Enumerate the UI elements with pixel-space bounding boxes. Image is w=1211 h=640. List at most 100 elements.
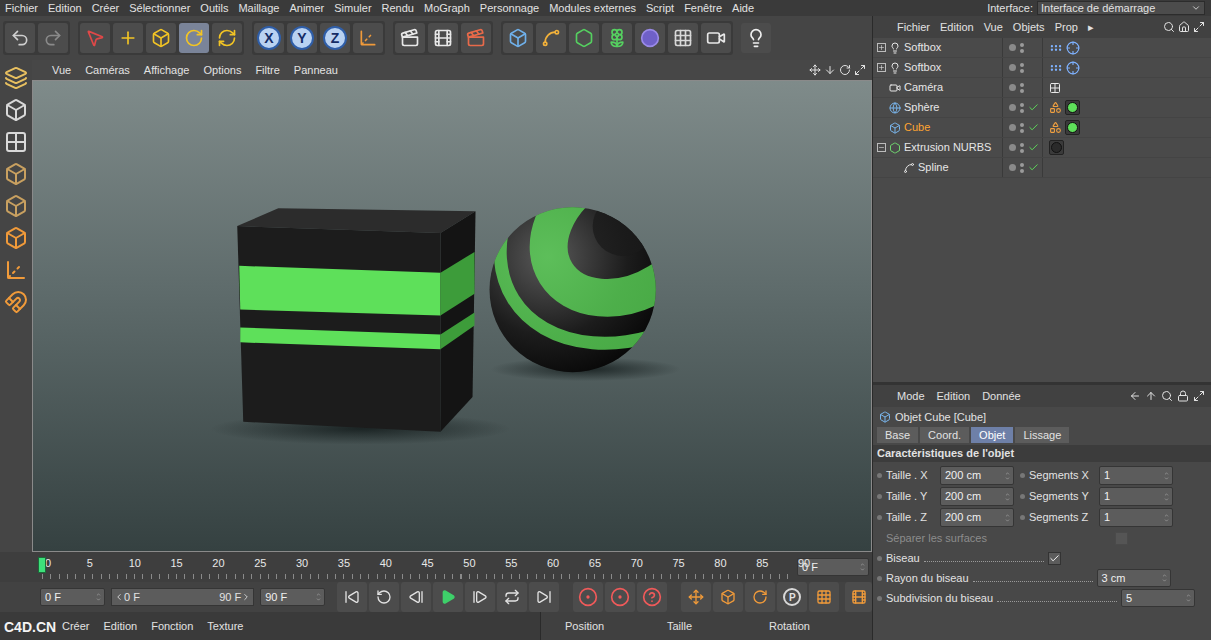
segments-field[interactable]: 1 — [1099, 466, 1173, 485]
segments-field[interactable]: 1 — [1099, 508, 1173, 527]
add-nurbs-button[interactable] — [569, 23, 599, 53]
maximize-icon[interactable] — [1193, 390, 1205, 402]
menu-item[interactable]: Personnage — [475, 1, 544, 15]
animate-dot[interactable] — [877, 596, 882, 601]
render-visibility-dot[interactable] — [1020, 89, 1024, 93]
render-visibility-dot[interactable] — [1020, 149, 1024, 153]
menu-item[interactable]: Fenêtre — [679, 1, 727, 15]
range-slider[interactable]: 0 F90 F — [111, 588, 254, 607]
add-deformer-button[interactable] — [635, 23, 665, 53]
add-camera-button[interactable] — [701, 23, 731, 53]
add-spline-button[interactable] — [536, 23, 566, 53]
option-field[interactable]: 3 cm — [1097, 569, 1171, 588]
key-parameter-button[interactable]: P — [777, 582, 807, 612]
object-menu-item[interactable]: Vue — [984, 19, 1003, 36]
polygons-mode-icon[interactable] — [4, 226, 28, 250]
material-menu-item[interactable]: Créer — [62, 618, 90, 635]
animate-dot[interactable] — [877, 556, 882, 561]
attribute-tab[interactable]: Lissage — [1015, 427, 1069, 443]
viewport[interactable] — [32, 80, 872, 552]
material-tag[interactable] — [1065, 100, 1080, 115]
redo-button[interactable] — [38, 23, 68, 53]
add-floor-button[interactable] — [668, 23, 698, 53]
viewport-menu-item[interactable]: Options — [203, 62, 241, 79]
play-button[interactable] — [433, 582, 463, 612]
animate-dot[interactable] — [877, 576, 882, 581]
next-key-button[interactable] — [497, 582, 527, 612]
editor-visibility-dot[interactable] — [1020, 123, 1024, 127]
object-row[interactable]: Spline — [873, 158, 1211, 178]
animate-dot[interactable] — [877, 536, 882, 541]
animate-dot[interactable] — [877, 515, 882, 520]
option-checkbox[interactable] — [1048, 552, 1061, 565]
undo-button[interactable] — [5, 23, 35, 53]
autokey-button[interactable] — [605, 582, 635, 612]
render-visibility-dot[interactable] — [1020, 109, 1024, 113]
editor-visibility-dot[interactable] — [1020, 103, 1024, 107]
tool-button[interactable] — [179, 23, 209, 53]
target-tag-icon[interactable] — [1066, 41, 1080, 55]
keyframe-selection-button[interactable] — [637, 582, 667, 612]
menu-item[interactable]: Aide — [727, 1, 759, 15]
previous-key-button[interactable] — [369, 582, 399, 612]
add-light-button[interactable] — [741, 23, 771, 53]
end-frame-field[interactable]: 90 F — [260, 588, 325, 607]
maximize-icon[interactable] — [1193, 21, 1205, 33]
animate-dot[interactable] — [1020, 494, 1025, 499]
enabled-check-icon[interactable] — [1028, 162, 1039, 173]
render-picture-button[interactable] — [428, 23, 458, 53]
protection-tag-icon[interactable] — [1049, 82, 1061, 94]
orbit-icon[interactable] — [839, 64, 851, 76]
layer-dot[interactable] — [1009, 104, 1016, 111]
animate-dot[interactable] — [1020, 515, 1025, 520]
viewport-menu-item[interactable]: Vue — [52, 62, 71, 79]
layer-dot[interactable] — [1009, 64, 1016, 71]
render-visibility-dot[interactable] — [1020, 49, 1024, 53]
maximize-icon[interactable] — [854, 64, 866, 76]
render-settings-button[interactable] — [461, 23, 491, 53]
menu-item[interactable]: MoGraph — [419, 1, 475, 15]
menu-item[interactable]: Rendu — [377, 1, 419, 15]
render-visibility-dot[interactable] — [1020, 129, 1024, 133]
key-points-button[interactable] — [809, 582, 839, 612]
light-tag-icon[interactable] — [1049, 41, 1063, 55]
key-rotation-button[interactable] — [745, 582, 775, 612]
material-menu-item[interactable]: Texture — [207, 618, 243, 635]
menu-item[interactable]: Simuler — [329, 1, 376, 15]
size-field[interactable]: 200 cm — [940, 487, 1014, 506]
timeline-ruler[interactable]: 051015202530354045505560657075808590 — [42, 555, 795, 579]
menu-item[interactable]: Script — [641, 1, 679, 15]
menu-item[interactable]: Outils — [195, 1, 233, 15]
editor-visibility-dot[interactable] — [1020, 43, 1024, 47]
zoom-icon[interactable] — [824, 64, 836, 76]
object-menu-item[interactable]: Objets — [1013, 19, 1045, 36]
edges-mode-icon[interactable] — [4, 194, 28, 218]
menu-item[interactable]: Modules externes — [544, 1, 641, 15]
object-row[interactable]: Extrusion NURBS — [873, 138, 1211, 158]
light-tag-icon[interactable] — [1049, 61, 1063, 75]
key-position-button[interactable] — [681, 582, 711, 612]
viewport-menu-item[interactable]: Caméras — [85, 62, 130, 79]
tool-button[interactable] — [212, 23, 242, 53]
axis-mode-icon[interactable] — [4, 258, 28, 282]
snap-icon[interactable] — [4, 290, 28, 314]
object-menu-item[interactable]: Fichier — [897, 19, 930, 36]
attribute-tab[interactable]: Objet — [971, 427, 1013, 443]
object-menu-item[interactable]: Prop — [1055, 19, 1078, 36]
points-mode-icon[interactable] — [4, 162, 28, 186]
material-menu-item[interactable]: Fonction — [151, 618, 193, 635]
editor-visibility-dot[interactable] — [1020, 163, 1024, 167]
texture-mode-icon[interactable] — [4, 130, 28, 154]
segments-field[interactable]: 1 — [1099, 487, 1173, 506]
object-row[interactable]: Softbox — [873, 38, 1211, 58]
attribute-tab[interactable]: Coord. — [920, 427, 969, 443]
render-preview[interactable] — [33, 81, 871, 551]
layer-dot[interactable] — [1009, 84, 1016, 91]
layer-dot[interactable] — [1009, 144, 1016, 151]
key-scale-button[interactable] — [713, 582, 743, 612]
menu-item[interactable]: Créer — [87, 1, 125, 15]
enabled-check-icon[interactable] — [1028, 142, 1039, 153]
attribute-menu-item[interactable]: Edition — [937, 388, 971, 405]
animate-dot[interactable] — [877, 494, 882, 499]
object-row[interactable]: Cube — [873, 118, 1211, 138]
